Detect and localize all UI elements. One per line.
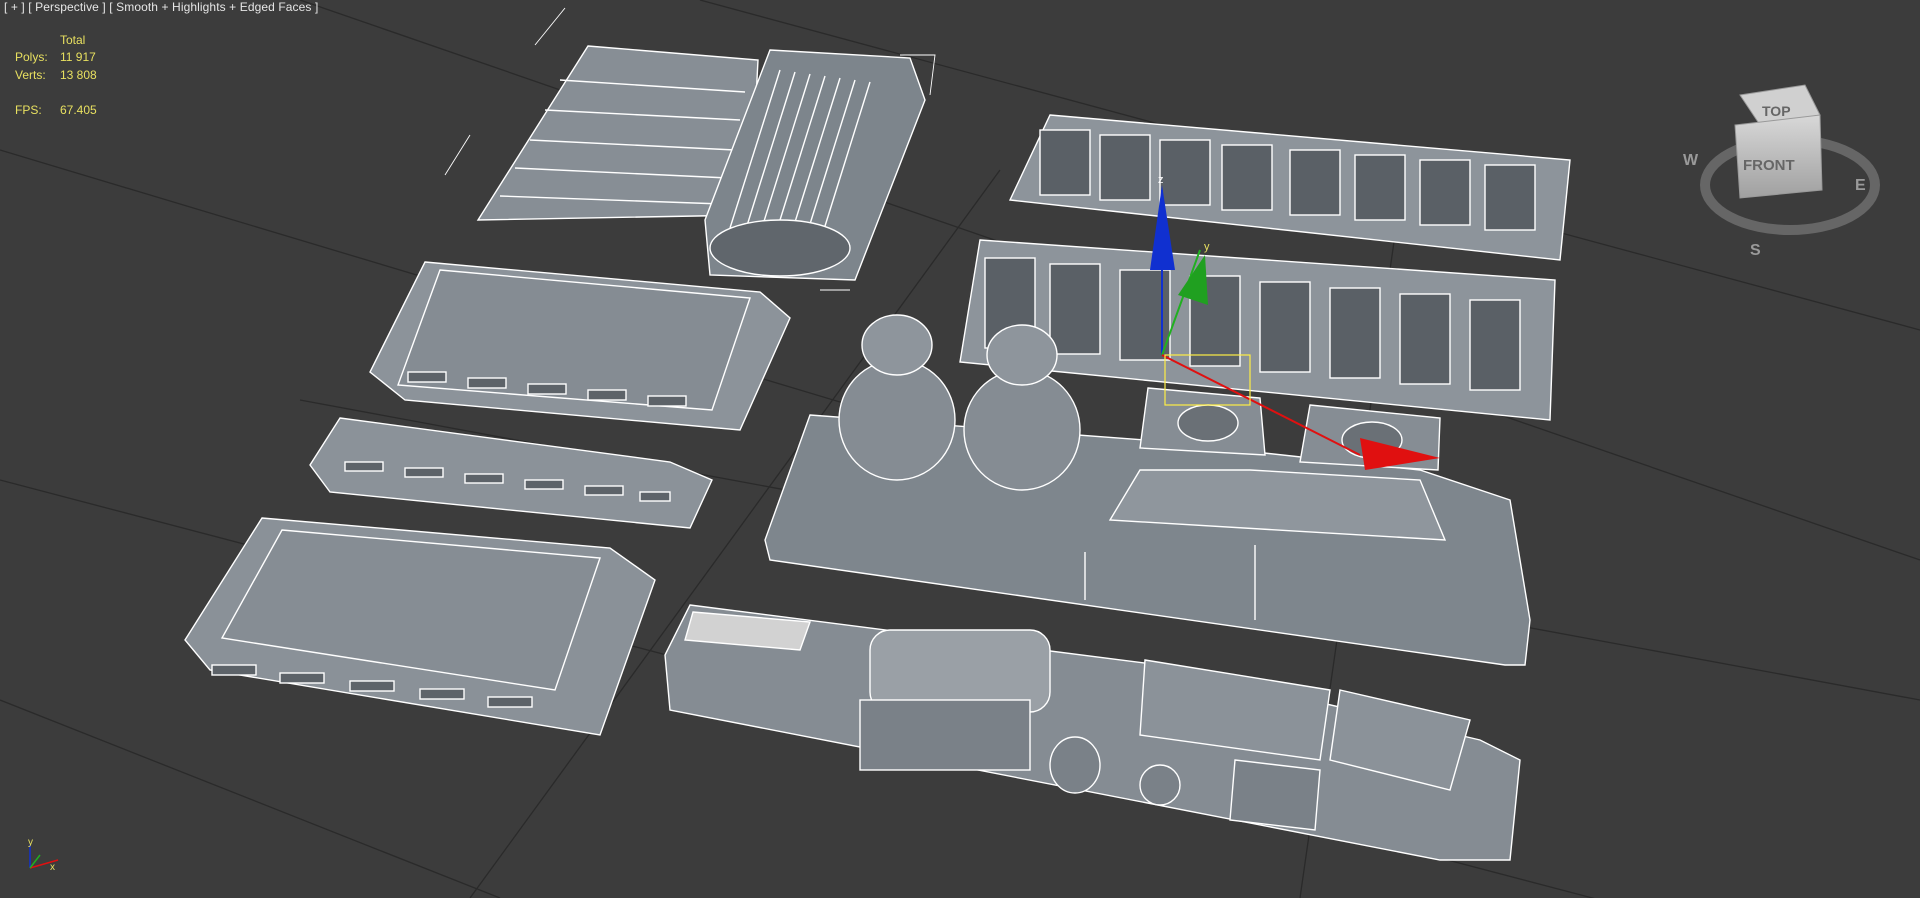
world-axis-tripod: y x	[28, 837, 59, 873]
viewcube-top-label: TOP	[1762, 103, 1791, 119]
mesh-finned-block[interactable]	[476, 45, 926, 281]
fps-label: FPS:	[15, 103, 42, 117]
verts-value: 13 808	[60, 68, 97, 82]
polys-value: 11 917	[60, 50, 96, 64]
viewcube[interactable]: TOP FRONT W E S	[1683, 84, 1880, 259]
fps-value: 67.405	[60, 103, 97, 117]
tripod-x-label: x	[50, 862, 55, 873]
viewport-scene[interactable]: z y TOP FRONT W E S y x	[0, 0, 1920, 898]
viewcube-front-label: FRONT	[1743, 157, 1795, 174]
mesh-vent-panels[interactable]	[959, 114, 1571, 421]
polys-label: Polys:	[15, 50, 48, 64]
stats-column-header: Total	[60, 33, 86, 47]
mesh-large-panel[interactable]	[184, 517, 656, 736]
viewcube-compass-w: W	[1683, 152, 1699, 169]
gizmo-y-label: y	[1204, 241, 1210, 253]
viewport-view-menu[interactable]: [ Perspective ]	[28, 0, 106, 14]
perspective-viewport[interactable]: z y TOP FRONT W E S y x [ + ] [ Perspect…	[0, 0, 1920, 898]
tripod-y-label: y	[28, 837, 33, 848]
viewport-plus-menu[interactable]: [ + ]	[4, 0, 25, 14]
viewcube-compass-e: E	[1855, 177, 1866, 194]
verts-label: Verts:	[15, 68, 46, 82]
viewport-shading-menu[interactable]: [ Smooth + Highlights + Edged Faces ]	[109, 0, 318, 14]
mesh-thin-bar[interactable]	[309, 417, 713, 529]
viewport-label-menu[interactable]: [ + ] [ Perspective ] [ Smooth + Highlig…	[4, 0, 318, 14]
gizmo-z-label: z	[1158, 174, 1164, 186]
viewcube-compass-s: S	[1750, 242, 1761, 259]
mesh-flat-panel[interactable]	[369, 261, 791, 431]
